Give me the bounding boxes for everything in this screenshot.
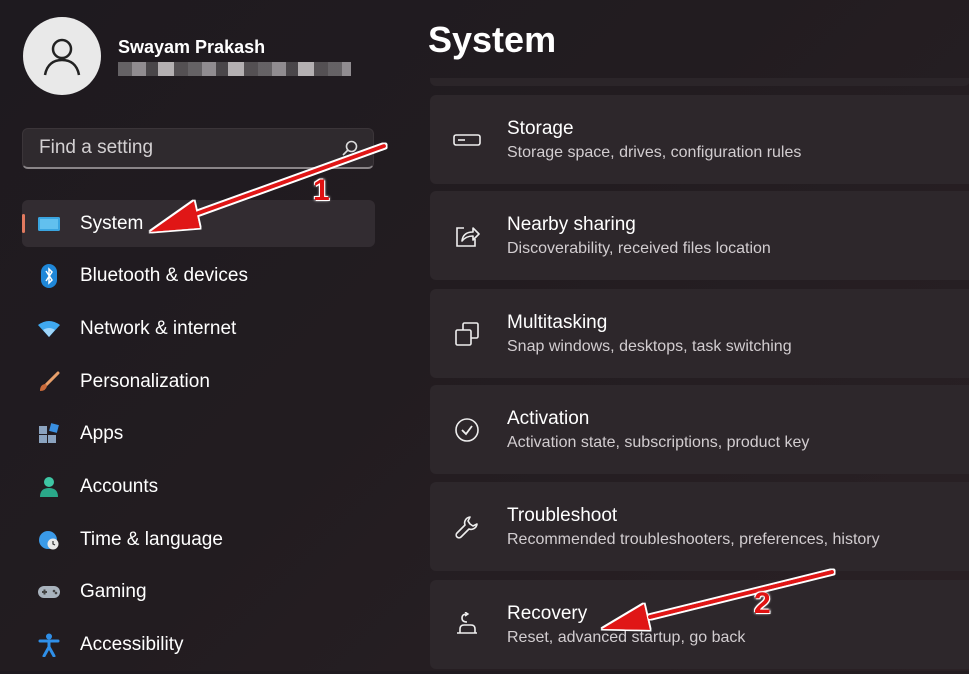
card-subtitle: Snap windows, desktops, task switching [507, 337, 792, 355]
sidebar-item-accessibility[interactable]: Accessibility [22, 622, 375, 669]
recovery-icon [452, 610, 482, 640]
scrolled-card-edge [430, 78, 969, 86]
sidebar-item-label: Accessibility [80, 634, 184, 655]
accessibility-icon [36, 633, 62, 657]
check-circle-icon [452, 415, 482, 445]
search-box[interactable] [22, 128, 374, 169]
card-title: Storage [507, 117, 574, 139]
sidebar-item-gaming[interactable]: Gaming [22, 569, 375, 616]
user-email-redacted [118, 62, 351, 76]
sidebar-item-label: Accounts [80, 475, 159, 497]
search-icon[interactable] [341, 139, 359, 157]
apps-icon [36, 422, 62, 446]
card-title: Activation [507, 407, 590, 429]
sidebar-item-network[interactable]: Network & internet [22, 305, 375, 352]
globe-clock-icon [36, 528, 62, 552]
sidebar-item-label: Network & internet [80, 317, 237, 339]
monitor-icon [36, 212, 62, 236]
card-subtitle: Reset, advanced startup, go back [507, 628, 746, 646]
sidebar-item-label: Bluetooth & devices [80, 265, 248, 287]
sidebar-item-label: Apps [80, 423, 124, 445]
sidebar-item-label: Time & language [80, 528, 223, 550]
card-title: Multitasking [507, 311, 608, 333]
settings-card-storage[interactable]: Storage Storage space, drives, configura… [430, 95, 969, 184]
sidebar-item-label: System [80, 212, 144, 234]
user-name: Swayam Prakash [118, 37, 266, 57]
gamepad-icon [36, 580, 62, 604]
card-subtitle: Recommended troubleshooters, preferences… [507, 530, 880, 548]
settings-card-troubleshoot[interactable]: Troubleshoot Recommended troubleshooters… [430, 482, 969, 571]
sidebar-item-time-language[interactable]: Time & language [22, 516, 375, 563]
wrench-icon [452, 512, 482, 542]
settings-card-activation[interactable]: Activation Activation state, subscriptio… [430, 385, 969, 474]
settings-card-nearby-sharing[interactable]: Nearby sharing Discoverability, received… [430, 191, 969, 280]
card-title: Troubleshoot [507, 504, 618, 526]
sidebar-item-label: Personalization [80, 370, 210, 392]
callout-number-1: 1 [313, 174, 330, 207]
settings-card-recovery[interactable]: Recovery Reset, advanced startup, go bac… [430, 580, 969, 669]
sidebar-nav: System Bluetooth & devices Network & int… [22, 200, 375, 674]
wifi-icon [36, 317, 62, 341]
storage-icon [452, 125, 482, 155]
card-subtitle: Discoverability, received files location [507, 239, 771, 257]
person-icon [36, 475, 62, 499]
bluetooth-icon [36, 264, 62, 289]
callout-number-2: 2 [754, 587, 771, 620]
card-subtitle: Storage space, drives, configuration rul… [507, 143, 802, 161]
share-icon [452, 221, 482, 251]
sidebar-item-accounts[interactable]: Accounts [22, 463, 375, 510]
card-title: Nearby sharing [507, 213, 636, 235]
search-input[interactable] [37, 136, 341, 160]
person-icon [43, 38, 81, 76]
sidebar-item-personalization[interactable]: Personalization [22, 358, 375, 405]
page-title: System [428, 19, 557, 60]
avatar[interactable] [23, 17, 101, 95]
card-title: Recovery [507, 602, 588, 624]
sidebar-item-bluetooth[interactable]: Bluetooth & devices [22, 253, 375, 300]
settings-card-multitasking[interactable]: Multitasking Snap windows, desktops, tas… [430, 289, 969, 378]
sidebar-item-label: Gaming [80, 581, 147, 603]
multitasking-icon [452, 319, 482, 349]
sidebar-item-apps[interactable]: Apps [22, 411, 375, 458]
card-subtitle: Activation state, subscriptions, product… [507, 433, 810, 451]
brush-icon [36, 370, 62, 394]
